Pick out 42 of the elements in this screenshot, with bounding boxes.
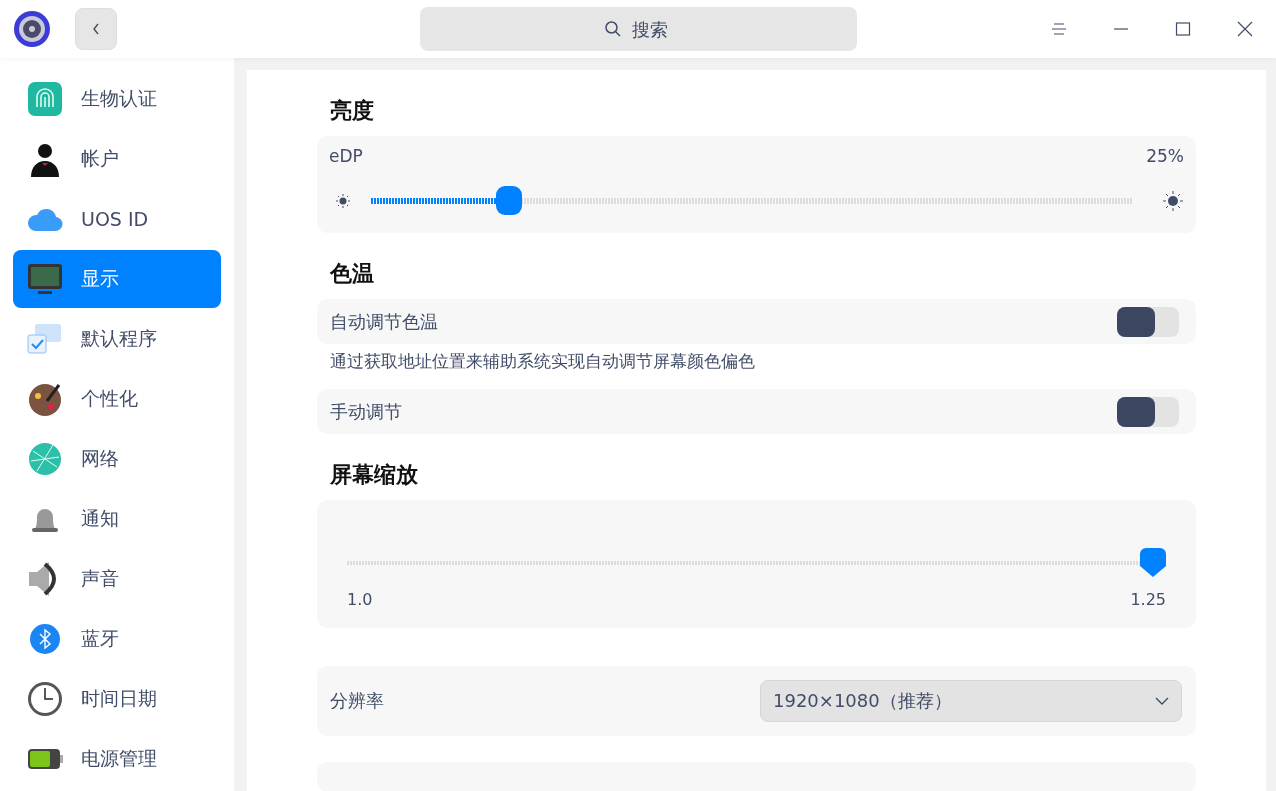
sidebar-item[interactable]: 生物认证 xyxy=(13,70,221,128)
scale-max-label: 1.25 xyxy=(1130,590,1166,609)
menu-icon xyxy=(1051,22,1067,36)
sun-large-icon xyxy=(1162,190,1184,212)
brightness-slider[interactable] xyxy=(371,186,1132,216)
sidebar-item[interactable]: 帐户 xyxy=(13,130,221,188)
search-icon xyxy=(603,20,622,38)
search-bar[interactable]: 搜索 xyxy=(420,7,857,51)
chevron-down-icon xyxy=(1155,696,1169,706)
sidebar-item[interactable]: 蓝牙 xyxy=(13,610,221,668)
sidebar-item[interactable]: 默认程序 xyxy=(13,310,221,368)
sidebar-item[interactable]: 时间日期 xyxy=(13,670,221,728)
slider-thumb[interactable] xyxy=(1140,548,1166,578)
close-icon xyxy=(1237,21,1253,37)
sidebar-item[interactable]: 电源管理 xyxy=(13,730,221,788)
sidebar-item[interactable]: 声音 xyxy=(13,550,221,608)
fingerprint-icon xyxy=(25,79,65,119)
row-label: 自动调节色温 xyxy=(330,309,438,334)
chevron-left-icon xyxy=(91,22,101,36)
clock-icon xyxy=(25,679,65,719)
monitor-name: eDP xyxy=(329,146,363,166)
sidebar-item[interactable]: 显示 xyxy=(13,250,221,308)
section-heading: 亮度 xyxy=(330,97,375,125)
description-text: 通过获取地址位置来辅助系统实现自动调节屏幕颜色偏色 xyxy=(330,350,756,373)
search-input[interactable]: 搜索 xyxy=(629,17,674,41)
section-heading: 屏幕缩放 xyxy=(330,461,419,489)
toggle-switch[interactable] xyxy=(1117,396,1179,427)
maximize-icon xyxy=(1175,22,1191,36)
scale-min-label: 1.0 xyxy=(347,590,373,609)
scaling-slider[interactable] xyxy=(347,548,1166,578)
row-label: 分辨率 xyxy=(330,689,384,713)
section-heading: 色温 xyxy=(330,260,375,288)
sun-small-icon xyxy=(335,193,351,209)
sidebar-item[interactable]: 通知 xyxy=(13,490,221,548)
resolution-dropdown[interactable]: 1920×1080（推荐） xyxy=(760,680,1182,722)
sidebar-item[interactable]: 网络 xyxy=(13,430,221,488)
slider-thumb[interactable] xyxy=(495,186,522,215)
toggle-switch[interactable] xyxy=(1117,306,1179,337)
brightness-reading: 25% xyxy=(1146,146,1184,166)
sidebar-item[interactable]: UOS ID xyxy=(13,190,221,248)
row-label: 手动调节 xyxy=(330,399,402,424)
sidebar-item[interactable]: 个性化 xyxy=(13,370,221,428)
